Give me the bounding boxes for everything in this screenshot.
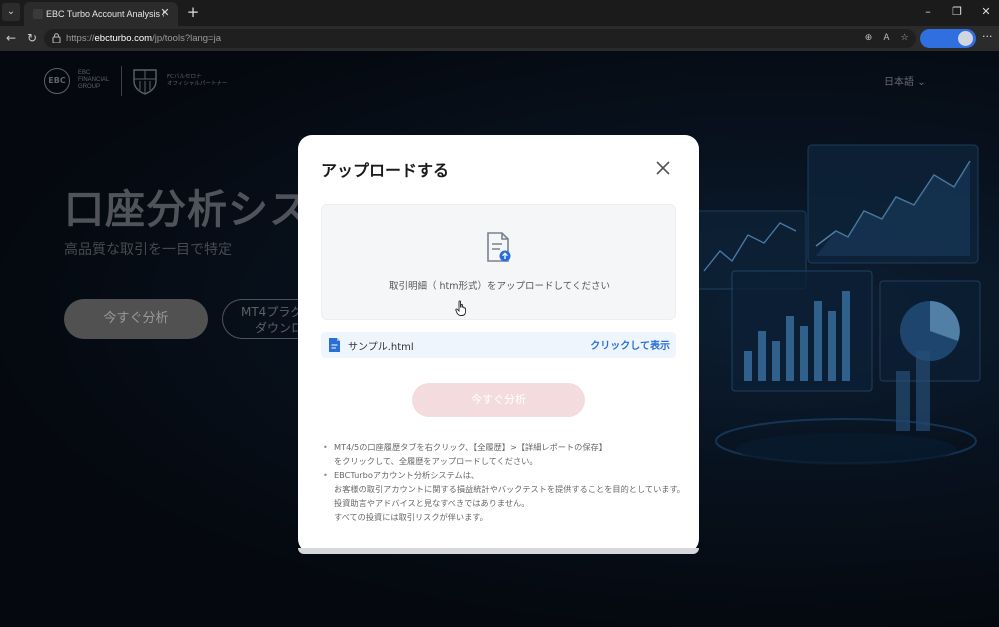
browser-window: ⌄ EBC Turbo Account Analysis Syste ✕ + –… <box>0 0 999 627</box>
avatar <box>958 31 973 46</box>
upload-modal: アップロードする 取引明細（ htm形式）をアップロードしてください サンプル.… <box>298 135 699 553</box>
tab-actions-icon[interactable]: ⌄ <box>2 3 20 21</box>
note-line: をクリックして、全履歴をアップロードしてください。 <box>334 456 538 466</box>
reload-icon[interactable]: ↻ <box>24 30 40 46</box>
favorite-star-icon[interactable]: ☆ <box>898 32 911 45</box>
file-name: サンプル.html <box>348 342 414 353</box>
analyze-now-button[interactable]: 今すぐ分析 <box>412 383 585 417</box>
more-menu-icon[interactable]: ··· <box>982 30 993 43</box>
back-icon[interactable]: ← <box>3 30 19 46</box>
close-icon[interactable] <box>654 159 672 177</box>
new-tab-icon[interactable]: + <box>184 3 202 21</box>
file-upload-icon <box>487 232 511 262</box>
url-prefix: https:// <box>66 33 95 44</box>
modal-title: アップロードする <box>321 161 450 180</box>
view-file-link[interactable]: クリックして表示 <box>590 337 670 352</box>
uploaded-file-row: サンプル.html クリックして表示 <box>321 332 676 358</box>
instructions-list: MT4/5の口座履歴タブを右クリック、【全履歴】>【詳細レポートの保存】 をクリ… <box>321 440 699 524</box>
note-line: お客様の取引アカウントに関する損益統計やバックテストを提供することを目的としてい… <box>334 484 685 494</box>
minimize-icon[interactable]: – <box>920 4 936 20</box>
zoom-icon[interactable]: ⊕ <box>862 32 875 45</box>
tab-close-icon[interactable]: ✕ <box>158 6 172 20</box>
window-close-icon[interactable]: ✕ <box>978 4 994 20</box>
tab-active[interactable]: EBC Turbo Account Analysis Syste ✕ <box>24 2 178 26</box>
html-file-icon <box>329 338 340 352</box>
tab-title: EBC Turbo Account Analysis Syste <box>46 9 164 19</box>
note-line: すべての投資には取引リスクが伴います。 <box>334 512 488 522</box>
url-path: /jp/tools?lang=ja <box>152 33 222 44</box>
hand-cursor-icon <box>455 300 466 316</box>
profile-button[interactable] <box>920 29 976 48</box>
restore-icon[interactable]: ❐ <box>949 4 965 20</box>
modal-scroll-edge <box>298 548 699 554</box>
favicon-icon <box>33 9 43 19</box>
address-bar: ← ↻ https://ebcturbo.com/jp/tools?lang=j… <box>0 26 999 51</box>
note-item: EBCTurboアカウント分析システムは、 <box>321 468 699 482</box>
upload-dropzone[interactable]: 取引明細（ htm形式）をアップロードしてください <box>321 204 676 320</box>
dropzone-hint: 取引明細（ htm形式）をアップロードしてください <box>389 281 610 292</box>
note-line: 投資助言やアドバイスと見なすべきではありません。 <box>334 498 530 508</box>
web-page: EBC EBC FINANCIAL GROUP FCバルセロナ オフィシャルパー… <box>0 51 999 627</box>
url-domain: ebcturbo.com <box>94 33 153 44</box>
tab-bar: ⌄ EBC Turbo Account Analysis Syste ✕ + –… <box>0 0 999 26</box>
url-text: https://ebcturbo.com/jp/tools?lang=ja <box>66 31 221 46</box>
lock-icon <box>52 33 61 43</box>
read-aloud-icon[interactable]: A <box>880 32 893 45</box>
url-field[interactable]: https://ebcturbo.com/jp/tools?lang=ja ⊕ … <box>44 29 916 48</box>
note-item: MT4/5の口座履歴タブを右クリック、【全履歴】>【詳細レポートの保存】 <box>321 440 699 454</box>
